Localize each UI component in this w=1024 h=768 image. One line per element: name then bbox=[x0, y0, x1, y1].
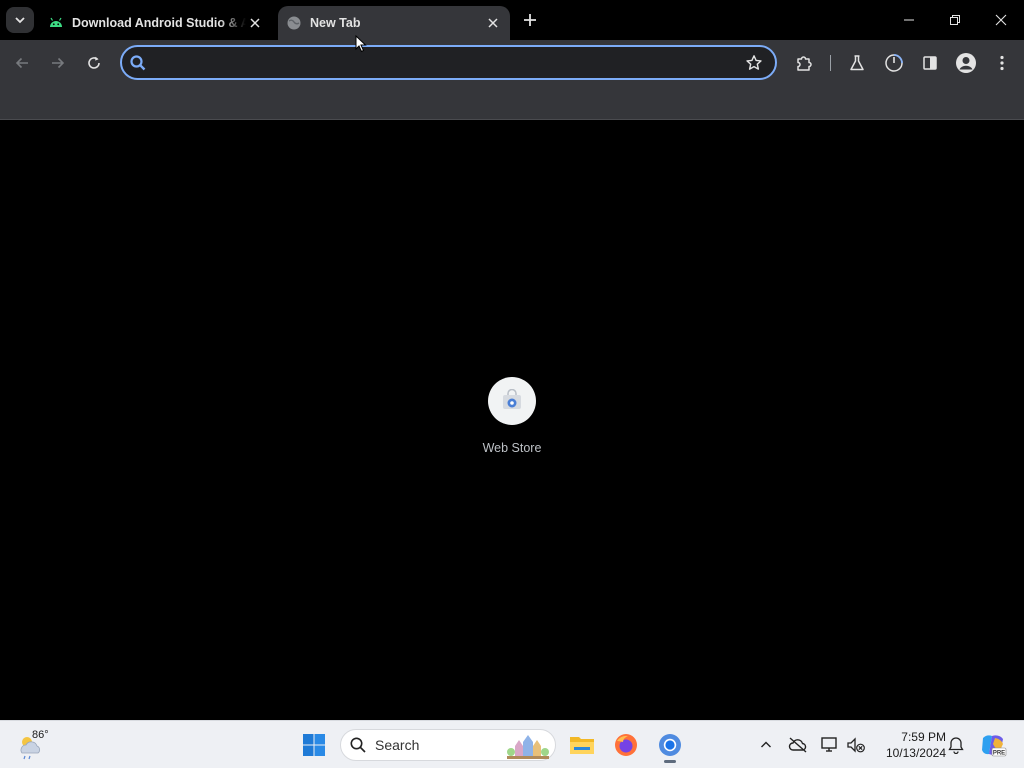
taskbar-file-explorer[interactable] bbox=[564, 727, 600, 763]
volume-status[interactable] bbox=[844, 733, 868, 757]
close-icon bbox=[250, 18, 260, 28]
chrome-icon bbox=[659, 734, 681, 756]
cloud-off-icon bbox=[788, 737, 807, 753]
web-store-icon bbox=[503, 389, 521, 409]
extensions-icon bbox=[797, 56, 812, 71]
browser-toolbar bbox=[0, 40, 1024, 120]
profile-button[interactable] bbox=[952, 49, 980, 77]
tab-title: New Tab bbox=[310, 16, 361, 30]
close-icon bbox=[995, 14, 1007, 26]
toolbar-divider bbox=[830, 55, 831, 71]
restore-button[interactable] bbox=[932, 0, 978, 40]
bell-icon bbox=[948, 737, 964, 754]
network-monitor-icon bbox=[821, 737, 837, 752]
title-bar: Download Android Studio & App Tools New … bbox=[0, 0, 1024, 40]
onedrive-status[interactable] bbox=[786, 733, 810, 757]
address-bar[interactable] bbox=[120, 45, 777, 80]
performance-icon bbox=[885, 54, 903, 72]
close-window-button[interactable] bbox=[978, 0, 1024, 40]
labs-flask-icon bbox=[850, 55, 864, 71]
copilot-button[interactable]: PRE bbox=[978, 731, 1008, 759]
restore-icon bbox=[950, 15, 960, 25]
system-clock[interactable]: 7:59 PM 10/13/2024 bbox=[870, 729, 946, 761]
shortcut-web-store[interactable]: Web Store bbox=[472, 377, 552, 467]
performance-button[interactable] bbox=[880, 49, 908, 77]
clock-time: 7:59 PM bbox=[901, 730, 946, 744]
clock-date: 10/13/2024 bbox=[885, 746, 946, 760]
minimize-icon bbox=[904, 19, 914, 21]
android-icon bbox=[50, 17, 62, 27]
menu-button[interactable] bbox=[988, 49, 1016, 77]
bookmark-star-icon[interactable] bbox=[745, 54, 763, 72]
new-tab-page: Web Store bbox=[0, 121, 1024, 720]
weather-temp: 86° bbox=[32, 729, 49, 741]
tab-title: Download Android Studio & App Tools bbox=[72, 16, 246, 30]
notifications-button[interactable] bbox=[944, 733, 968, 757]
close-tab-button[interactable] bbox=[246, 14, 264, 32]
windows-logo-icon bbox=[303, 734, 325, 756]
taskbar-search-label: Search bbox=[375, 737, 420, 753]
tab-new-tab[interactable]: New Tab bbox=[278, 6, 510, 40]
copilot-icon: PRE bbox=[982, 735, 1007, 757]
show-hidden-icons-button[interactable] bbox=[754, 733, 778, 757]
network-status[interactable] bbox=[818, 733, 842, 757]
chevron-up-icon bbox=[761, 741, 771, 748]
side-panel-button[interactable] bbox=[916, 49, 944, 77]
globe-icon bbox=[287, 16, 301, 30]
weather-widget[interactable]: 86° bbox=[14, 727, 54, 763]
plus-icon bbox=[524, 14, 536, 26]
back-icon bbox=[15, 57, 28, 69]
start-button[interactable] bbox=[296, 727, 332, 763]
reload-button[interactable] bbox=[80, 49, 108, 77]
windows-taskbar: 86° Search 7:59 PM 10/13/2024 PRE bbox=[0, 720, 1024, 768]
close-tab-button[interactable] bbox=[484, 14, 502, 32]
close-icon bbox=[488, 18, 498, 28]
forward-icon bbox=[52, 57, 65, 69]
shortcut-tile bbox=[488, 377, 536, 425]
shortcut-label: Web Store bbox=[482, 441, 542, 455]
copilot-badge: PRE bbox=[993, 751, 1005, 757]
taskbar-firefox[interactable] bbox=[608, 727, 644, 763]
minimize-button[interactable] bbox=[886, 0, 932, 40]
mouse-cursor-icon bbox=[355, 35, 367, 53]
folder-icon bbox=[570, 737, 594, 754]
labs-button[interactable] bbox=[843, 49, 871, 77]
firefox-icon bbox=[615, 734, 637, 756]
extensions-button[interactable] bbox=[790, 49, 818, 77]
address-input[interactable] bbox=[156, 53, 736, 73]
profile-icon bbox=[956, 53, 976, 73]
tab-search-button[interactable] bbox=[6, 7, 34, 33]
search-icon bbox=[130, 55, 146, 71]
forward-button[interactable] bbox=[44, 49, 72, 77]
back-button[interactable] bbox=[8, 49, 36, 77]
search-icon bbox=[350, 737, 366, 753]
reload-icon bbox=[88, 56, 100, 69]
chevron-down-icon bbox=[15, 17, 25, 24]
taskbar-chrome[interactable] bbox=[652, 727, 688, 763]
more-vert-icon bbox=[1000, 55, 1004, 71]
side-panel-icon bbox=[923, 56, 937, 70]
volume-muted-icon bbox=[847, 737, 865, 753]
search-highlight-image-icon bbox=[507, 735, 549, 759]
tab-android-studio[interactable]: Download Android Studio & App Tools bbox=[40, 6, 272, 40]
new-tab-button[interactable] bbox=[518, 8, 542, 32]
taskbar-search-box[interactable]: Search bbox=[340, 729, 556, 761]
